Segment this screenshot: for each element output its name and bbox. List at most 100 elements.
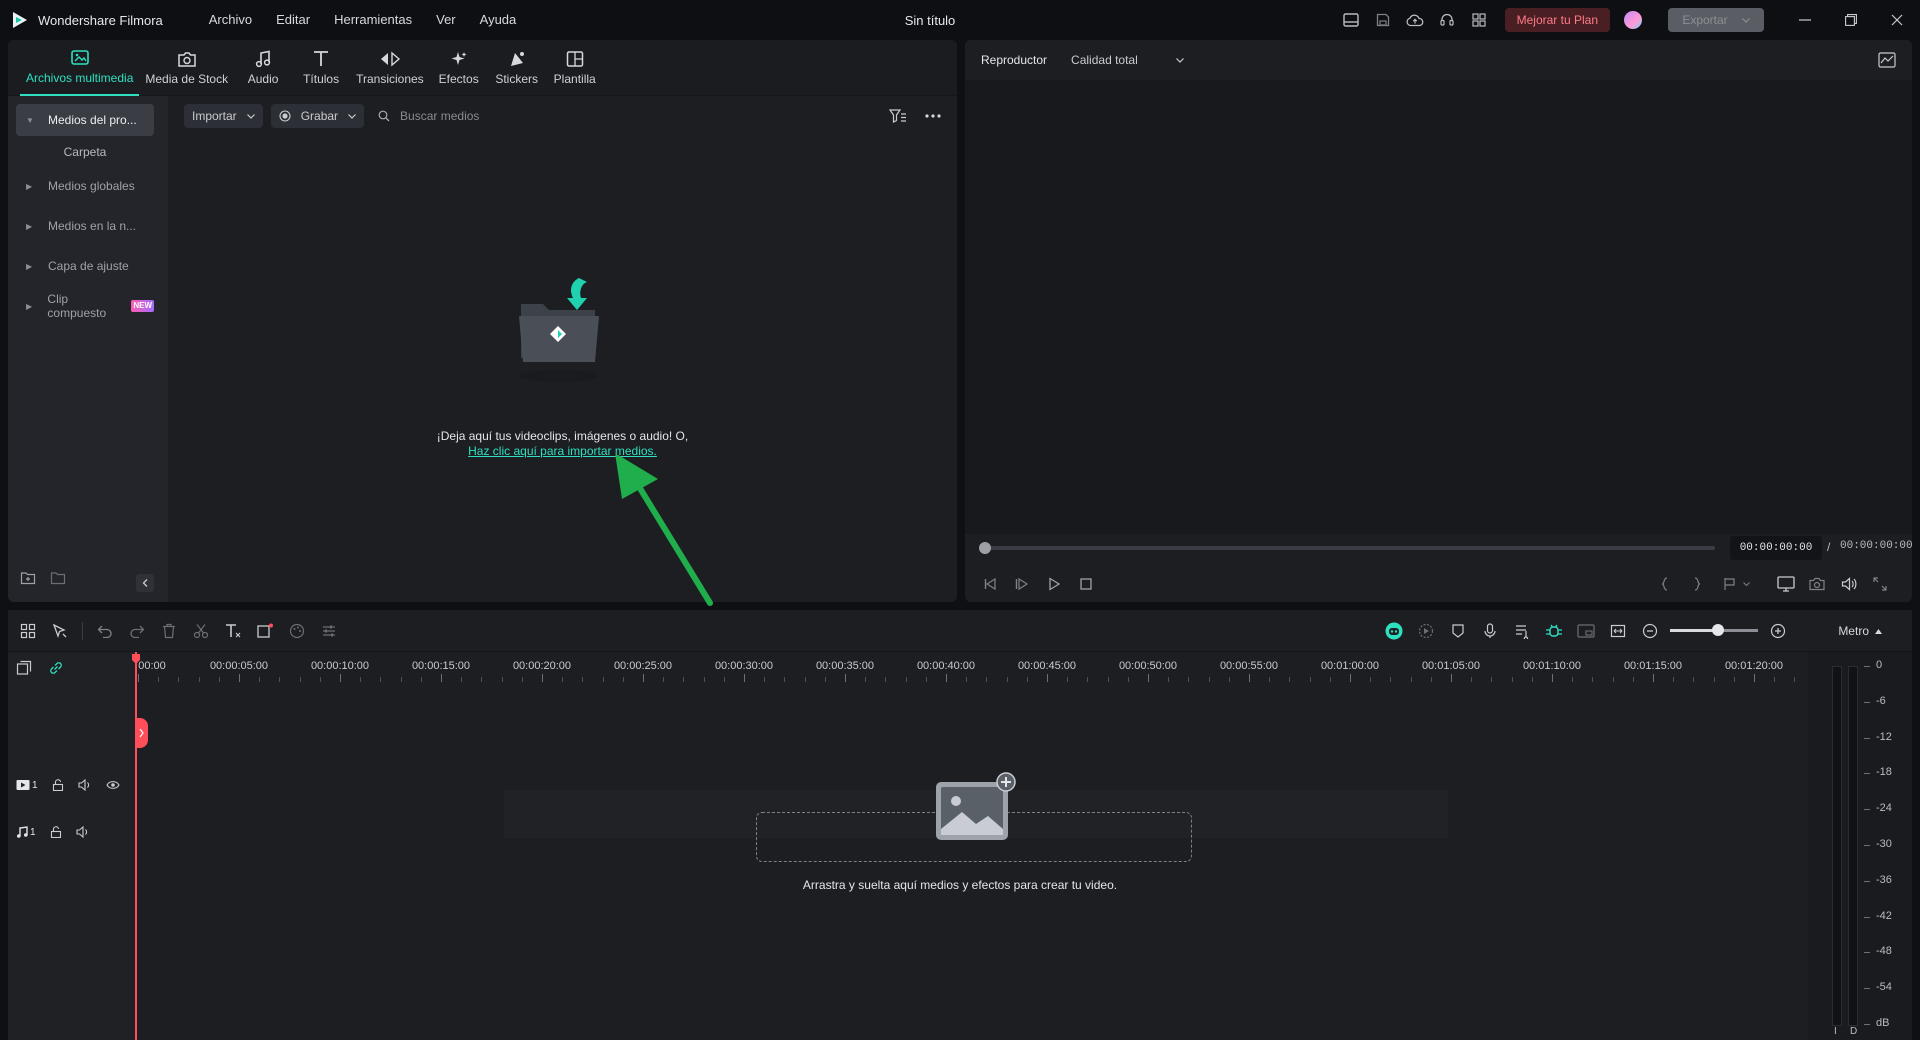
microphone-icon[interactable] [1474,610,1506,652]
tab-efectos[interactable]: Efectos [430,40,488,96]
progress-knob[interactable] [979,542,991,554]
tab-label: Media de Stock [145,72,229,86]
record-dropdown[interactable]: Grabar [270,104,365,128]
more-options-icon[interactable] [925,114,941,118]
preview-screen[interactable] [965,80,1912,534]
audio-mixer-icon[interactable] [1506,610,1538,652]
marker-shield-icon[interactable] [1442,610,1474,652]
delete-trash-icon[interactable] [153,610,185,652]
media-search[interactable]: Buscar medios [378,109,479,123]
export-button[interactable]: Exportar [1668,8,1764,32]
cloud-upload-icon[interactable] [1399,0,1431,40]
fullscreen-icon[interactable] [1873,574,1887,594]
template-grid-icon [566,51,583,67]
tab-titulos[interactable]: Títulos [292,40,350,96]
menu-editar[interactable]: Editar [266,0,320,40]
render-preview-icon[interactable] [1410,610,1442,652]
tab-archivos-multimedia[interactable]: Archivos multimedia [20,40,140,96]
eye-visibility-icon[interactable] [105,780,120,790]
layout-icon[interactable] [1335,0,1367,40]
lock-open-icon[interactable] [52,779,64,791]
color-palette-icon[interactable] [281,610,313,652]
link-chain-icon[interactable] [48,660,64,676]
mark-out-icon[interactable] [1692,574,1702,594]
sidebar-item-compound-clip[interactable]: ▶ Clip compuesto NEW [16,290,154,322]
track-headers: 1 1 [8,652,136,1040]
snapshot-camera-icon[interactable] [1809,574,1825,594]
sidebar-folder[interactable]: Carpeta [16,145,154,159]
playhead-drag-handle-icon[interactable] [136,718,148,748]
zoom-slider-knob[interactable] [1712,624,1725,636]
zoom-slider[interactable] [1670,624,1758,636]
ruler-label: 00:01:10:00 [1522,660,1582,672]
stop-icon[interactable] [1079,574,1093,594]
step-back-icon[interactable] [983,574,997,594]
folder-move-icon[interactable] [50,571,66,585]
meter-dropdown[interactable]: Metro [1838,610,1882,652]
tab-plantilla[interactable]: Plantilla [546,40,604,96]
import-dropdown[interactable]: Importar [184,104,263,128]
save-icon[interactable] [1367,0,1399,40]
undo-icon[interactable] [89,610,121,652]
lock-open-icon[interactable] [50,826,62,838]
zoom-out-icon[interactable] [1634,610,1666,652]
menu-archivo[interactable]: Archivo [199,0,262,40]
fit-timeline-icon[interactable] [1602,610,1634,652]
ruler-major-tick [1451,674,1452,682]
volume-icon[interactable] [76,826,90,838]
tab-stickers[interactable]: Stickers [488,40,546,96]
add-media-image-icon[interactable] [932,772,1024,844]
sidebar-item-cloud-media[interactable]: ▶ Medios en la n... [16,210,154,242]
select-pointer-icon[interactable] [44,610,76,652]
import-media-link[interactable]: Haz clic aquí para importar medios. [168,444,957,458]
ai-bug-effect-icon[interactable] [1538,610,1570,652]
sidebar-item-global-media[interactable]: ▶ Medios globales [16,170,154,202]
volume-icon[interactable] [1841,574,1857,594]
ruler-minor-tick [885,677,887,682]
media-drop-zone[interactable]: ¡Deja aquí tus videoclips, imágenes o au… [168,136,957,602]
apps-grid-icon[interactable] [1463,0,1495,40]
playback-progress-bar[interactable] [979,542,1715,554]
play-icon[interactable] [1047,574,1061,594]
tab-audio[interactable]: Audio [234,40,292,96]
display-monitor-icon[interactable] [1777,574,1795,594]
menu-ver[interactable]: Ver [426,0,466,40]
upgrade-plan-button[interactable]: Mejorar tu Plan [1504,8,1610,32]
minimize-window-icon[interactable] [1782,0,1828,40]
adjust-sliders-icon[interactable] [313,610,345,652]
picture-in-picture-icon[interactable] [1570,610,1602,652]
sidebar-item-project-media[interactable]: ▼ Medios del pro... [16,104,154,136]
text-tool-icon[interactable] [217,610,249,652]
mark-in-icon[interactable] [1660,574,1670,594]
restore-window-icon[interactable] [1828,0,1874,40]
filter-sort-icon[interactable] [889,108,907,124]
crop-tool-icon[interactable] [249,610,281,652]
tab-media-de-stock[interactable]: Media de Stock [139,40,234,96]
close-window-icon[interactable] [1874,0,1920,40]
volume-icon[interactable] [78,779,92,791]
timeline-ruler[interactable]: 00:00 00:00:05:00 00:00:10:00 00:00:15:00 00… [138,652,1836,682]
playhead[interactable] [135,652,137,1040]
collapse-sidebar-button[interactable] [136,574,154,592]
support-headset-icon[interactable] [1431,0,1463,40]
zoom-in-icon[interactable] [1762,610,1794,652]
new-folder-icon[interactable] [20,571,36,585]
redo-icon[interactable] [121,610,153,652]
search-input[interactable]: Buscar medios [400,109,479,123]
step-forward-icon[interactable] [1015,574,1029,594]
sidebar-item-adjustment-layer[interactable]: ▶ Capa de ajuste [16,250,154,282]
layout-grid-icon[interactable] [12,610,44,652]
user-avatar[interactable] [1624,11,1642,29]
tab-label: Archivos multimedia [26,71,134,85]
quality-dropdown[interactable]: Calidad total [1071,53,1184,67]
marker-dropdown[interactable] [1723,574,1750,594]
scopes-chart-icon[interactable] [1878,52,1896,68]
menu-herramientas[interactable]: Herramientas [324,0,422,40]
menu-ayuda[interactable]: Ayuda [470,0,527,40]
ruler-minor-tick [1188,677,1190,682]
tab-transiciones[interactable]: Transiciones [350,40,430,96]
add-track-icon[interactable] [16,660,32,676]
current-timecode[interactable]: 00:00:00:00 [1730,536,1822,560]
ai-assistant-icon[interactable] [1378,610,1410,652]
split-scissors-icon[interactable] [185,610,217,652]
